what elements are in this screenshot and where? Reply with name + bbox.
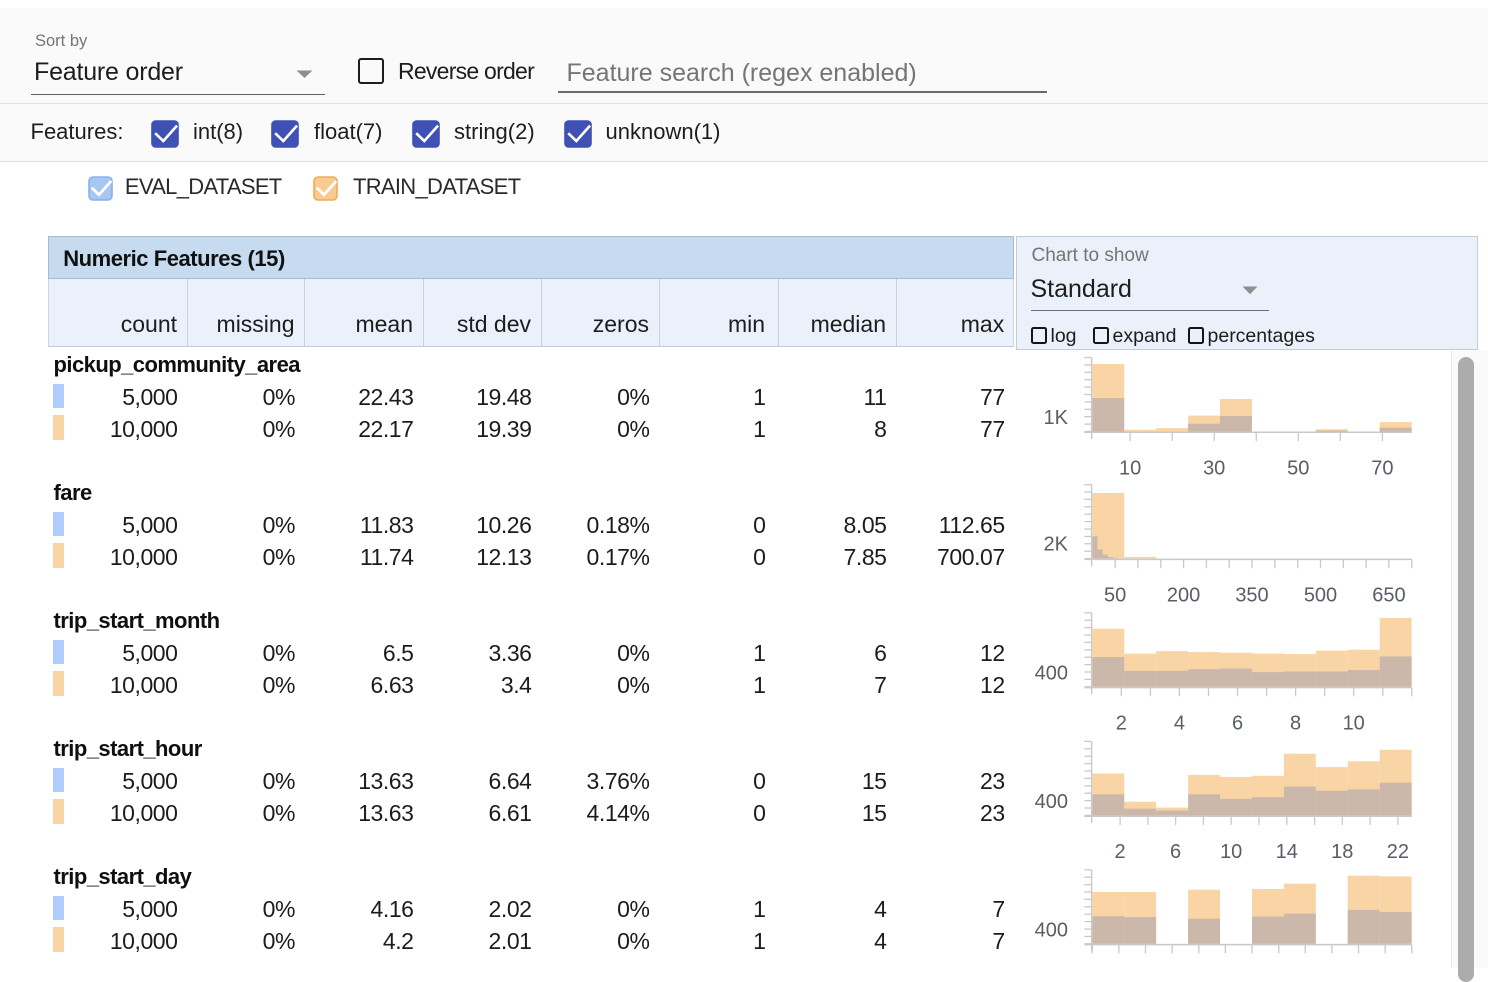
svg-text:6: 6: [1170, 841, 1181, 863]
svg-text:50: 50: [1287, 457, 1309, 479]
svg-text:2K: 2K: [1044, 534, 1069, 556]
svg-text:500: 500: [1304, 584, 1337, 606]
svg-text:650: 650: [1372, 584, 1405, 606]
svg-text:400: 400: [1035, 791, 1068, 813]
svg-text:350: 350: [1235, 584, 1268, 606]
svg-text:2: 2: [1116, 713, 1127, 735]
svg-text:18: 18: [1331, 841, 1353, 863]
svg-text:4: 4: [1174, 713, 1185, 735]
svg-text:14: 14: [1276, 841, 1298, 863]
svg-text:10: 10: [1119, 457, 1141, 479]
svg-text:200: 200: [1167, 584, 1200, 606]
svg-text:2: 2: [1115, 841, 1126, 863]
svg-text:400: 400: [1035, 663, 1068, 685]
svg-text:400: 400: [1035, 919, 1068, 941]
svg-text:50: 50: [1104, 584, 1126, 606]
svg-text:8: 8: [1290, 713, 1301, 735]
svg-text:70: 70: [1371, 457, 1393, 479]
svg-text:30: 30: [1203, 457, 1225, 479]
svg-text:1K: 1K: [1044, 407, 1069, 429]
svg-text:10: 10: [1220, 841, 1242, 863]
svg-text:6: 6: [1232, 713, 1243, 735]
svg-text:22: 22: [1387, 841, 1409, 863]
svg-text:10: 10: [1343, 713, 1365, 735]
